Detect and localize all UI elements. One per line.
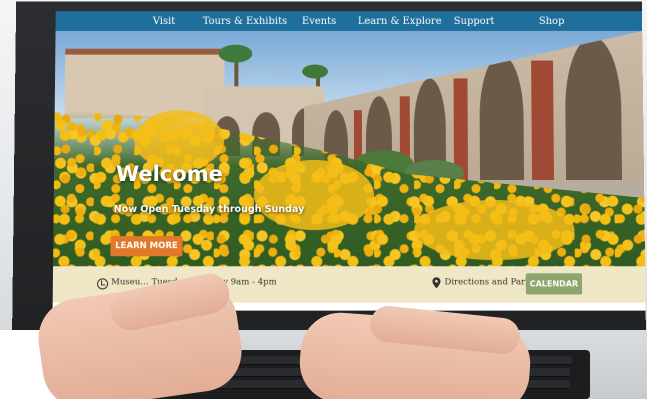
top-nav: Visit Tours & Exhibits Events Learn & Ex… <box>55 11 643 31</box>
mission-building <box>64 48 225 119</box>
calendar-button[interactable]: CALENDAR <box>525 273 583 295</box>
nav-item-learn-explore[interactable]: Learn & Explore <box>358 16 442 27</box>
learn-more-button[interactable]: LEARN MORE <box>110 236 183 257</box>
nav-item-support[interactable]: Support <box>435 16 513 27</box>
clock-icon <box>96 278 109 290</box>
palm-fronds <box>302 64 329 79</box>
nav-item-shop[interactable]: Shop <box>513 16 591 27</box>
palm-fronds <box>218 44 253 63</box>
nav-item-visit[interactable]: Visit <box>125 16 203 27</box>
hero-image: Welcome Now Open Tuesday through Sunday … <box>53 30 646 267</box>
nav-item-events[interactable]: Events <box>280 16 358 27</box>
flower-cluster <box>253 160 375 231</box>
flower-cluster <box>414 200 575 261</box>
map-pin-icon <box>432 277 441 289</box>
hero-subtitle: Now Open Tuesday through Sunday <box>113 204 305 216</box>
nav-item-tours-exhibits[interactable]: Tours & Exhibits <box>203 16 287 27</box>
laptop-screen: Visit Tours & Exhibits Events Learn & Ex… <box>52 11 646 311</box>
hero-title: Welcome <box>115 162 223 186</box>
